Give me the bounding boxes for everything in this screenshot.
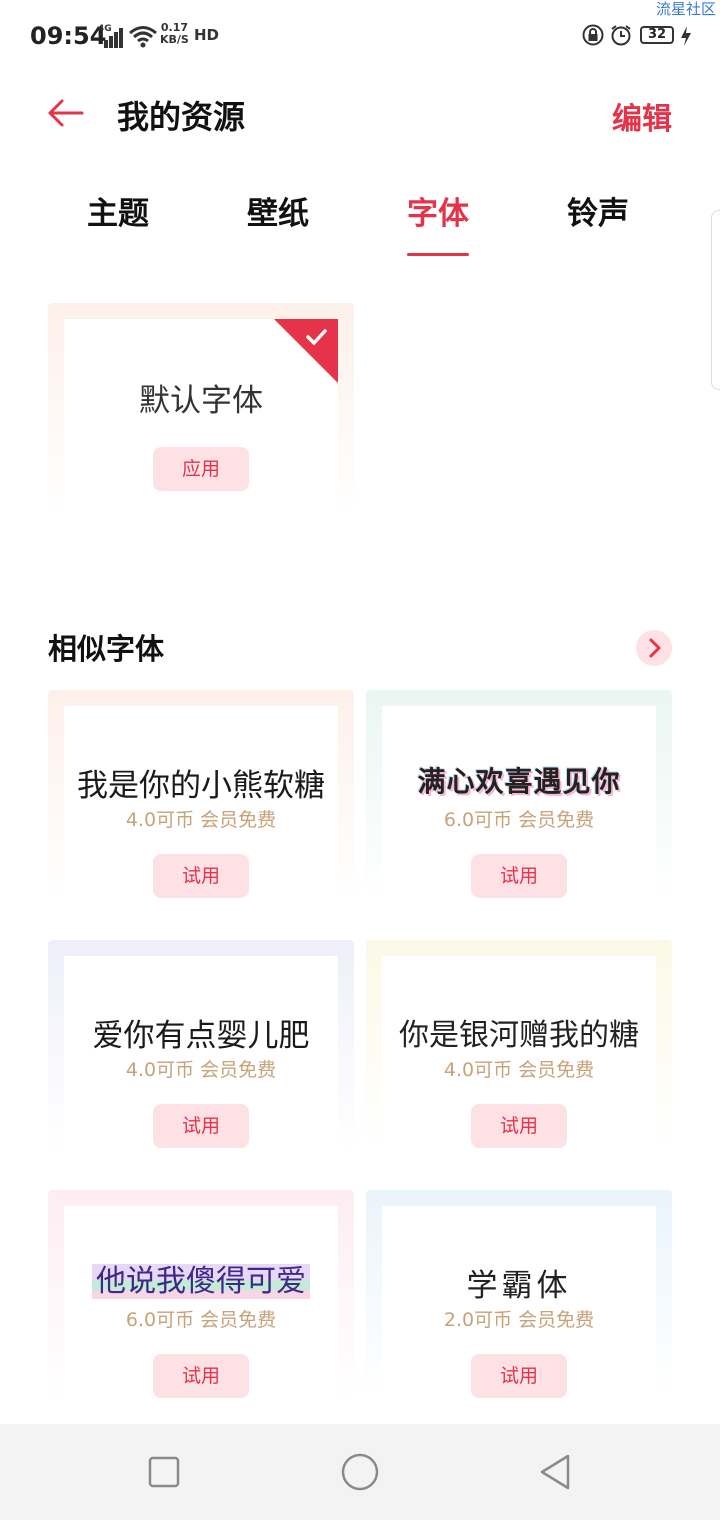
font-price: 4.0可币 会员免费 — [443, 1059, 595, 1081]
status-bar: 09:54 4G 0.17 KB/S HD 流星社区 32 — [0, 0, 720, 72]
font-card[interactable]: 学霸体 2.0可币 会员免费 试用 — [366, 1190, 672, 1400]
charging-icon — [681, 26, 691, 46]
font-name: 满心欢喜遇见你 — [417, 765, 621, 798]
font-card[interactable]: 他说我傻得可爱 6.0可币 会员免费 试用 — [48, 1190, 354, 1400]
tab-ringtone[interactable]: 铃声 — [518, 188, 678, 258]
owned-font-card[interactable]: 默认字体 应用 — [48, 303, 354, 513]
try-button[interactable]: 试用 — [471, 854, 567, 898]
app-header: 我的资源 编辑 — [0, 72, 720, 162]
try-button[interactable]: 试用 — [153, 1104, 249, 1148]
recents-square-icon[interactable] — [144, 1452, 184, 1492]
back-triangle-icon[interactable] — [536, 1452, 576, 1492]
font-price: 4.0可币 会员免费 — [125, 1059, 277, 1081]
page-title: 我的资源 — [117, 98, 246, 136]
section-title: 相似字体 — [48, 632, 165, 666]
wifi-icon — [129, 26, 157, 48]
arrow-left-icon[interactable] — [46, 96, 84, 130]
apply-button[interactable]: 应用 — [153, 447, 249, 491]
font-price: 6.0可币 会员免费 — [443, 809, 595, 831]
font-name: 你是银河赠我的糖 — [399, 1018, 639, 1053]
status-time: 09:54 — [30, 22, 107, 50]
edit-button[interactable]: 编辑 — [612, 94, 672, 138]
try-button[interactable]: 试用 — [471, 1104, 567, 1148]
system-nav-bar — [0, 1424, 720, 1520]
rotation-lock-icon — [582, 24, 604, 46]
home-circle-icon[interactable] — [340, 1452, 380, 1492]
font-card[interactable]: 你是银河赠我的糖 4.0可币 会员免费 试用 — [366, 940, 672, 1150]
font-name: 我是你的小熊软糖 — [77, 768, 325, 804]
font-card[interactable]: 爱你有点婴儿肥 4.0可币 会员免费 试用 — [48, 940, 354, 1150]
network-speed: 0.17 KB/S — [160, 21, 189, 46]
font-price: 6.0可币 会员免费 — [125, 1309, 277, 1331]
selected-check-icon — [274, 319, 338, 383]
font-name-wrapper: 他说我傻得可爱 — [64, 1256, 338, 1300]
font-card[interactable]: 我是你的小熊软糖 4.0可币 会员免费 试用 — [48, 690, 354, 900]
battery-icon: 32 — [640, 26, 674, 44]
font-price: 2.0可币 会员免费 — [443, 1309, 595, 1331]
font-name: 他说我傻得可爱 — [92, 1264, 310, 1299]
network-type: 4G — [98, 24, 112, 34]
try-button[interactable]: 试用 — [153, 854, 249, 898]
battery-level: 32 — [647, 27, 667, 42]
font-name: 爱你有点婴儿肥 — [92, 1018, 310, 1054]
try-button[interactable]: 试用 — [153, 1354, 249, 1398]
font-name: 学霸体 — [466, 1268, 572, 1304]
watermark-text: 流星社区 — [655, 0, 716, 18]
category-tabs: 主题 壁纸 字体 铃声 — [38, 188, 678, 258]
edge-panel-handle[interactable] — [711, 210, 720, 390]
chevron-right-icon[interactable] — [636, 630, 672, 666]
hd-indicator: HD — [194, 26, 220, 44]
font-card[interactable]: 满心欢喜遇见你 6.0可币 会员免费 试用 — [366, 690, 672, 900]
alarm-icon — [611, 25, 631, 46]
font-name: 默认字体 — [139, 383, 263, 419]
tab-theme[interactable]: 主题 — [38, 188, 198, 258]
font-price: 4.0可币 会员免费 — [125, 809, 277, 831]
tab-wallpaper[interactable]: 壁纸 — [198, 188, 358, 258]
cellular-signal-icon: 4G — [98, 24, 124, 48]
tab-font[interactable]: 字体 — [358, 188, 518, 258]
try-button[interactable]: 试用 — [471, 1354, 567, 1398]
